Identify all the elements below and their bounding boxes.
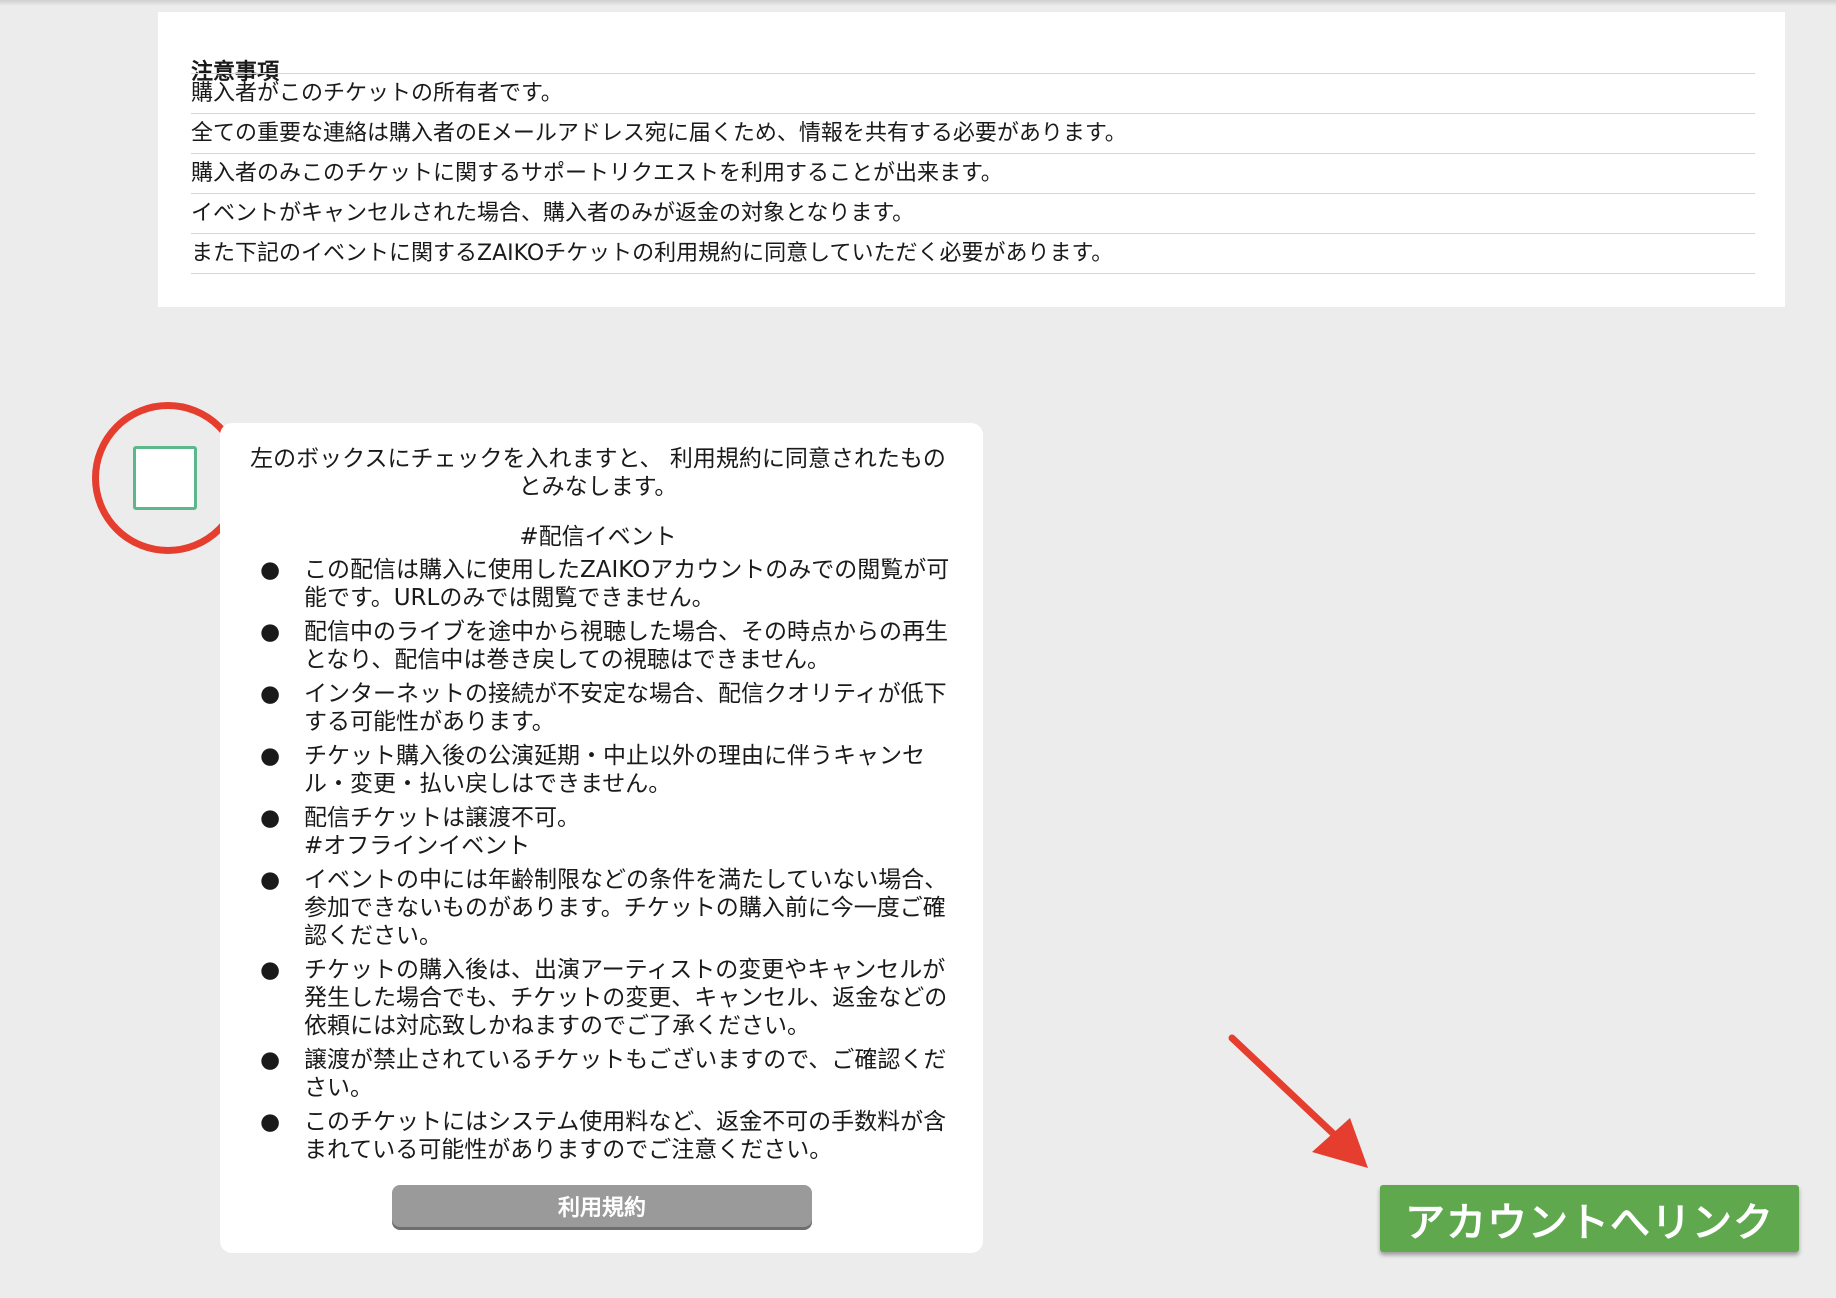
bullet-icon: ● <box>260 957 281 983</box>
terms-item-text: この配信は購入に使用したZAIKOアカウントのみでの閲覧が可能です。URLのみで… <box>304 557 950 611</box>
bullet-icon: ● <box>260 1109 281 1135</box>
section-heading-offline: #オフラインイベント <box>304 833 531 859</box>
bullet-icon: ● <box>260 557 281 583</box>
terms-item: ● 配信中のライブを途中から視聴した場合、その時点からの再生となり、配信中は巻き… <box>260 618 960 674</box>
consent-text: 左のボックスにチェックを入れますと、 利用規約に同意されたものとみなします。 <box>250 446 946 500</box>
terms-item-text: チケットの購入後は、出演アーティストの変更やキャンセルが発生した場合でも、チケッ… <box>304 957 948 1039</box>
notice-list: 購入者がこのチケットの所有者です。 全ての重要な連絡は購入者のEメールアドレス宛… <box>191 73 1755 274</box>
bullet-icon: ● <box>260 805 281 831</box>
terms-item: ● チケットの購入後は、出演アーティストの変更やキャンセルが発生した場合でも、チ… <box>260 956 960 1040</box>
terms-item-text: 配信中のライブを途中から視聴した場合、その時点からの再生となり、配信中は巻き戻し… <box>304 619 948 673</box>
bullet-icon: ● <box>260 681 281 707</box>
notice-panel: 注意事項 購入者がこのチケットの所有者です。 全ての重要な連絡は購入者のEメール… <box>158 12 1785 307</box>
terms-item: ● インターネットの接続が不安定な場合、配信クオリティが低下する可能性があります… <box>260 680 960 736</box>
link-account-button[interactable]: アカウントへリンク <box>1380 1185 1799 1252</box>
terms-item: ● 譲渡が禁止されているチケットもございますので、ご確認ください。 <box>260 1046 960 1102</box>
bullet-icon: ● <box>260 867 281 893</box>
terms-card: 左のボックスにチェックを入れますと、 利用規約に同意されたものとみなします。 #… <box>220 423 983 1253</box>
terms-item-text: 配信チケットは譲渡不可。 <box>304 805 580 831</box>
bullet-icon: ● <box>260 619 281 645</box>
top-shade <box>0 0 1836 6</box>
terms-item: ● この配信は購入に使用したZAIKOアカウントのみでの閲覧が可能です。URLの… <box>260 556 960 612</box>
terms-list: ● この配信は購入に使用したZAIKOアカウントのみでの閲覧が可能です。URLの… <box>260 556 960 1170</box>
notice-item: 購入者のみこのチケットに関するサポートリクエストを利用することが出来ます。 <box>191 154 1755 194</box>
terms-item-text: このチケットにはシステム使用料など、返金不可の手数料が含まれている可能性がありま… <box>304 1109 947 1163</box>
notice-item: 全ての重要な連絡は購入者のEメールアドレス宛に届くため、情報を共有する必要があり… <box>191 114 1755 154</box>
terms-item: ● チケット購入後の公演延期・中止以外の理由に伴うキャンセル・変更・払い戻しはで… <box>260 742 960 798</box>
terms-item-text: 譲渡が禁止されているチケットもございますので、ご確認ください。 <box>304 1047 947 1101</box>
terms-item: ● 配信チケットは譲渡不可。 #オフラインイベント <box>260 804 960 860</box>
notice-item: また下記のイベントに関するZAIKOチケットの利用規約に同意していただく必要があ… <box>191 234 1755 274</box>
notice-item: イベントがキャンセルされた場合、購入者のみが返金の対象となります。 <box>191 194 1755 234</box>
terms-item-text: チケット購入後の公演延期・中止以外の理由に伴うキャンセル・変更・払い戻しはできま… <box>304 743 925 797</box>
terms-of-service-button[interactable]: 利用規約 <box>392 1185 812 1227</box>
terms-item-text: イベントの中には年齢制限などの条件を満たしていない場合、参加できないものがありま… <box>304 867 948 949</box>
section-heading-online: #配信イベント <box>519 524 677 550</box>
bullet-icon: ● <box>260 743 281 769</box>
terms-item-text: インターネットの接続が不安定な場合、配信クオリティが低下する可能性があります。 <box>304 681 947 735</box>
terms-item: ● イベントの中には年齢制限などの条件を満たしていない場合、参加できないものがあ… <box>260 866 960 950</box>
bullet-icon: ● <box>260 1047 281 1073</box>
terms-agree-checkbox[interactable] <box>133 446 197 510</box>
arrow-annotation-icon <box>1228 1034 1368 1168</box>
terms-item: ● このチケットにはシステム使用料など、返金不可の手数料が含まれている可能性があ… <box>260 1108 960 1164</box>
notice-item: 購入者がこのチケットの所有者です。 <box>191 74 1755 114</box>
